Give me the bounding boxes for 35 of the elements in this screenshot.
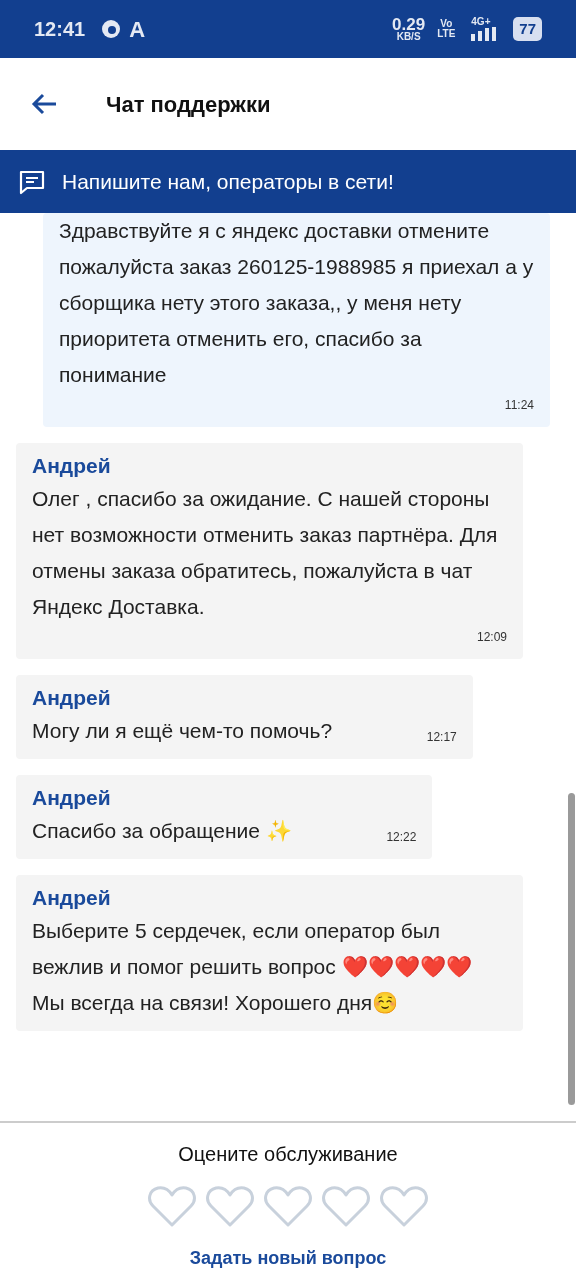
message-time: 12:17 <box>425 729 457 746</box>
message-text: Спасибо за обращение ✨ <box>32 818 292 844</box>
status-letter: A <box>129 15 146 44</box>
volte-label: Vo <box>440 19 453 29</box>
heart-icon[interactable] <box>205 1185 255 1229</box>
message-text: Здравствуйте я с яндекс доставки отмените пожалуйста заказ 260125-1988985 я приехал а у сборщика нету этого заказа,, у меня нету приоритета отменить его, спасибо за понимание <box>59 218 534 388</box>
clock-time: 12:41 <box>34 17 86 42</box>
banner-text: Напишите нам, операторы в сети! <box>62 168 394 195</box>
speed-value: 0.29 <box>392 16 426 32</box>
heart-icon[interactable] <box>147 1185 197 1229</box>
author-name: Андрей <box>32 453 112 479</box>
header-title: Чат поддержки <box>106 90 271 119</box>
heart-rating[interactable] <box>147 1185 429 1229</box>
author-name: Андрей <box>32 885 112 911</box>
heart-icon[interactable] <box>321 1185 371 1229</box>
network-label: 4G+ <box>471 17 491 27</box>
heart-icon[interactable] <box>263 1185 313 1229</box>
message-text: Могу ли я ещё чем-то помочь? <box>32 718 333 744</box>
message-time: 12:09 <box>475 629 507 646</box>
speed-unit: KB/S <box>396 31 421 42</box>
battery-indicator: 77 <box>513 16 542 42</box>
volte-label: LTE <box>437 29 456 39</box>
author-name: Андрей <box>32 785 112 811</box>
message-time: 11:24 <box>503 397 534 414</box>
new-question-link[interactable]: Задать новый вопрос <box>189 1245 387 1272</box>
sync-icon <box>101 19 122 39</box>
back-button[interactable] <box>30 92 58 116</box>
message-text: Олег , спасибо за ожидание. С нашей стороны нет возможности отменить заказ партнёра. Для отмены заказа обратитесь, пожалуйста в чат Яндекс Доставка. <box>32 486 499 620</box>
chat-icon <box>18 168 46 195</box>
message-text: Выберите 5 сердечек, если оператор был вежлив и помог решить вопрос ❤❤❤❤❤ Мы всегда на связи! Хорошего дня☺ <box>32 918 473 1016</box>
rating-title: Оцените обслуживание <box>178 1142 398 1167</box>
heart-icon[interactable] <box>379 1185 429 1229</box>
author-name: Андрей <box>32 685 112 711</box>
signal-icon <box>471 27 498 41</box>
message-time: 12:22 <box>385 829 417 846</box>
